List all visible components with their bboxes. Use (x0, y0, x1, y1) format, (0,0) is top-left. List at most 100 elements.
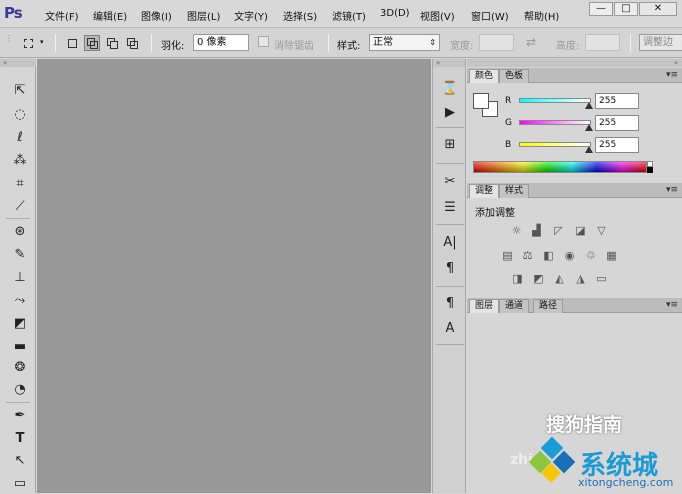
threshold-icon[interactable]: ◭ (552, 272, 567, 285)
menu-layer[interactable]: 图层(L) (187, 8, 220, 23)
black-white-icon[interactable]: ◧ (541, 249, 556, 262)
tab-styles[interactable]: 样式 (499, 184, 530, 198)
width-input[interactable] (479, 34, 514, 51)
blue-slider-thumb[interactable] (585, 146, 593, 153)
menu-edit[interactable]: 编辑(E) (93, 8, 127, 23)
refine-edge-button[interactable]: 调整边 (639, 34, 682, 51)
color-panel-tabs: 颜色 色板 ▾≡ (467, 68, 682, 83)
green-slider[interactable] (519, 120, 591, 125)
character-styles-icon[interactable]: A (439, 319, 461, 339)
collapse-icon[interactable]: « (433, 59, 465, 67)
antialias-label: 消除锯齿 (274, 41, 314, 52)
marquee-preset-icon[interactable] (20, 35, 36, 51)
collapse-icon[interactable]: » (0, 59, 36, 67)
tab-channels[interactable]: 通道 (499, 299, 530, 313)
antialias-checkbox[interactable] (258, 36, 269, 47)
type-tool-icon[interactable]: T (9, 429, 31, 449)
add-to-selection-icon[interactable] (84, 35, 100, 51)
red-value[interactable]: 255 (595, 93, 639, 109)
panel-menu-icon[interactable]: ▾≡ (666, 70, 678, 80)
maximize-button[interactable]: □ (614, 2, 638, 16)
selective-color-icon[interactable]: ◮ (573, 272, 588, 285)
feather-input[interactable]: 0 像素 (193, 34, 249, 51)
color-lookup-icon[interactable]: ▦ (604, 249, 619, 262)
clone-stamp-tool-icon[interactable]: ⊥ (9, 268, 31, 288)
blur-tool-icon[interactable]: ❂ (9, 358, 31, 378)
menu-type[interactable]: 文字(Y) (234, 8, 268, 23)
quick-select-tool-icon[interactable]: ⁂ (9, 151, 31, 171)
path-select-tool-icon[interactable]: ↖ (9, 451, 31, 471)
hue-saturation-icon[interactable]: ▤ (500, 249, 515, 262)
gradient-tool-icon[interactable]: ▬ (9, 337, 31, 357)
canvas-area[interactable] (37, 59, 431, 493)
actions-panel-icon[interactable]: ▶ (439, 103, 461, 123)
menu-view[interactable]: 视图(V) (420, 8, 455, 23)
red-slider[interactable] (519, 98, 591, 103)
height-input[interactable] (585, 34, 620, 51)
tab-color[interactable]: 颜色 (469, 69, 500, 83)
healing-brush-tool-icon[interactable]: ⊛ (9, 222, 31, 242)
invert-icon[interactable]: ◨ (510, 272, 525, 285)
character-panel-icon[interactable]: A| (439, 233, 461, 253)
blue-value[interactable]: 255 (595, 137, 639, 153)
minimize-button[interactable]: — (589, 2, 613, 16)
channel-mixer-icon[interactable]: ♲ (583, 249, 598, 262)
panel-menu-icon[interactable]: ▾≡ (666, 300, 678, 310)
history-panel-icon[interactable]: ⌛ (439, 79, 461, 99)
tab-adjustments[interactable]: 调整 (469, 184, 500, 198)
black-swatch[interactable] (647, 167, 653, 173)
photo-filter-icon[interactable]: ◉ (562, 249, 577, 262)
menu-select[interactable]: 选择(S) (283, 8, 317, 23)
panel-menu-icon[interactable]: ▾≡ (666, 185, 678, 195)
paragraph-panel-icon[interactable]: ¶ (439, 259, 461, 279)
color-spectrum-bar[interactable] (473, 161, 647, 173)
adjustments-panel-tabs: 调整 样式 ▾≡ (467, 183, 682, 198)
collapse-icon[interactable]: » (467, 59, 682, 67)
gradient-map-icon[interactable]: ▭ (594, 272, 609, 285)
menu-window[interactable]: 窗口(W) (471, 8, 509, 23)
intersect-selection-icon[interactable] (124, 35, 140, 51)
levels-icon[interactable]: ▟ (529, 224, 544, 237)
tab-swatches[interactable]: 色板 (499, 69, 530, 83)
foreground-color-swatch[interactable] (473, 93, 489, 109)
exposure-icon[interactable]: ◪ (573, 224, 588, 237)
brush-tool-icon[interactable]: ✎ (9, 245, 31, 265)
eyedropper-tool-icon[interactable]: ⟋ (9, 197, 31, 217)
crop-tool-icon[interactable]: ⌗ (9, 174, 31, 194)
brush-panel-icon[interactable]: ☰ (439, 198, 461, 218)
green-label: G (505, 118, 512, 128)
curves-icon[interactable]: ◸ (551, 224, 566, 237)
menu-file[interactable]: 文件(F) (45, 8, 79, 23)
menu-filter[interactable]: 滤镜(T) (332, 8, 366, 23)
style-select[interactable]: 正常 ⇕ (369, 34, 440, 51)
brightness-icon[interactable]: ☼ (509, 224, 524, 237)
tab-layers[interactable]: 图层 (469, 299, 500, 313)
green-value[interactable]: 255 (595, 115, 639, 131)
color-balance-icon[interactable]: ⚖ (520, 249, 535, 262)
chevron-down-icon[interactable]: ▾ (40, 38, 44, 46)
swap-icon[interactable]: ⇄ (526, 35, 536, 49)
tab-paths[interactable]: 路径 (533, 299, 564, 313)
blue-slider[interactable] (519, 142, 591, 147)
close-button[interactable]: ✕ (639, 2, 677, 16)
pen-tool-icon[interactable]: ✒ (9, 406, 31, 426)
red-slider-thumb[interactable] (585, 102, 593, 109)
lasso-tool-icon[interactable]: ℓ (9, 128, 31, 148)
eraser-tool-icon[interactable]: ◩ (9, 314, 31, 334)
marquee-tool-icon[interactable]: ◌ (9, 105, 31, 125)
menu-image[interactable]: 图像(I) (141, 8, 172, 23)
vibrance-icon[interactable]: ▽ (594, 224, 609, 237)
menu-3d[interactable]: 3D(D) (380, 8, 410, 19)
move-tool-icon[interactable]: ⇱ (9, 81, 31, 101)
posterize-icon[interactable]: ◩ (531, 272, 546, 285)
green-slider-thumb[interactable] (585, 124, 593, 131)
subtract-selection-icon[interactable] (104, 35, 120, 51)
new-selection-icon[interactable] (64, 35, 80, 51)
3d-panel-icon[interactable]: ⊞ (439, 135, 461, 155)
paragraph-styles-icon[interactable]: ¶ (439, 294, 461, 314)
tool-presets-icon[interactable]: ✂ (439, 172, 461, 192)
history-brush-tool-icon[interactable]: ⤳ (9, 291, 31, 311)
menu-help[interactable]: 帮助(H) (524, 8, 559, 23)
dodge-tool-icon[interactable]: ◔ (9, 380, 31, 400)
rectangle-tool-icon[interactable]: ▭ (9, 474, 31, 494)
